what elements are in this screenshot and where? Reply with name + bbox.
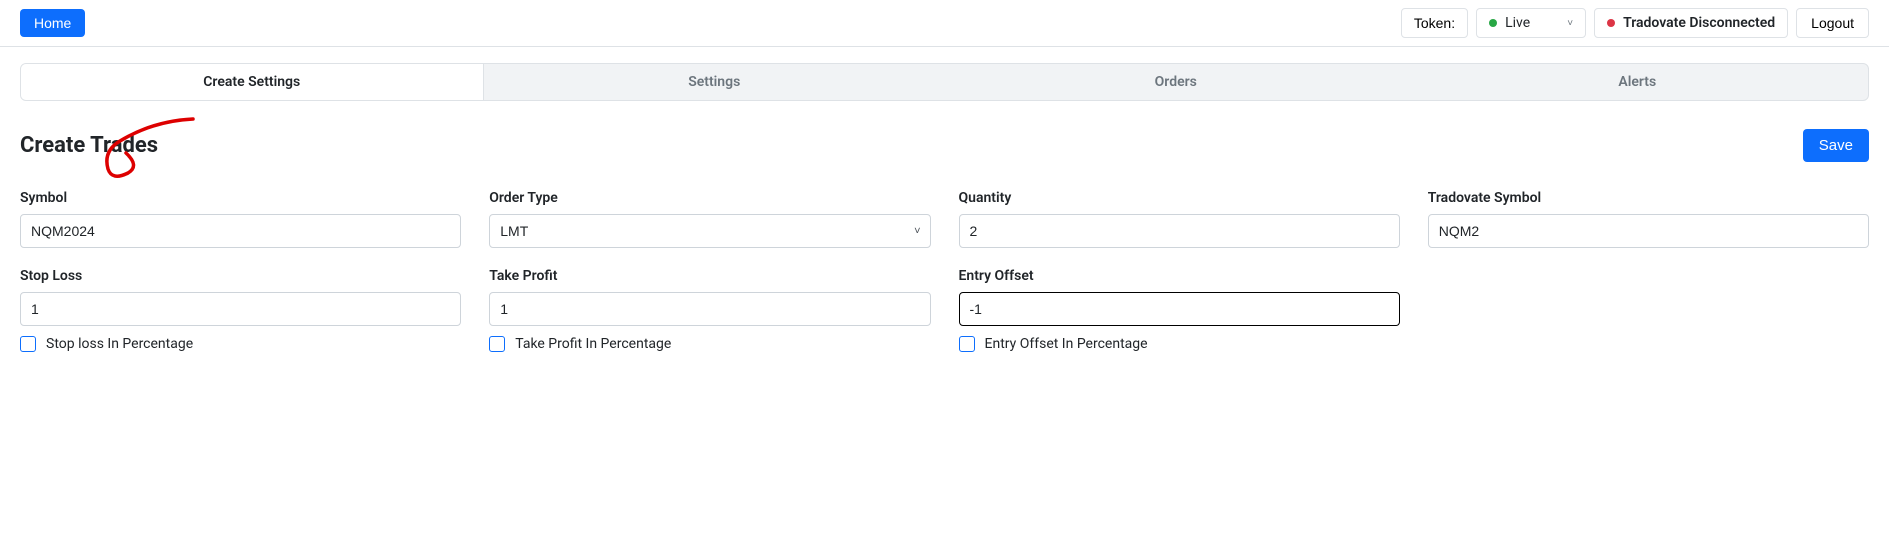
page-header: Create Trades Save [20, 129, 1869, 162]
chevron-down-icon: ˅ [1567, 18, 1573, 29]
field-tradovate-symbol: Tradovate Symbol [1428, 190, 1869, 248]
topbar-right: Token: Live ˅ Tradovate Disconnected Log… [1401, 8, 1869, 38]
order-type-select[interactable] [489, 214, 930, 248]
field-stop-loss: Stop Loss Stop loss In Percentage [20, 268, 461, 352]
tradovate-symbol-input[interactable] [1428, 214, 1869, 248]
take-profit-input[interactable] [489, 292, 930, 326]
field-take-profit: Take Profit Take Profit In Percentage [489, 268, 930, 352]
token-button[interactable]: Token: [1401, 8, 1468, 38]
symbol-input[interactable] [20, 214, 461, 248]
tab-settings[interactable]: Settings [484, 64, 946, 100]
order-type-label: Order Type [489, 190, 930, 206]
topbar: Home Token: Live ˅ Tradovate Disconnecte… [0, 0, 1889, 47]
home-button[interactable]: Home [20, 9, 85, 37]
take-profit-percentage-label: Take Profit In Percentage [515, 336, 671, 352]
logout-button[interactable]: Logout [1796, 8, 1869, 38]
connection-status: Tradovate Disconnected [1594, 8, 1788, 38]
tab-orders[interactable]: Orders [945, 64, 1407, 100]
take-profit-label: Take Profit [489, 268, 930, 284]
form-grid: Symbol Order Type ˅ Quantity Tradovate S… [20, 190, 1869, 352]
field-empty [1428, 268, 1869, 352]
stop-loss-input[interactable] [20, 292, 461, 326]
quantity-input[interactable] [959, 214, 1400, 248]
environment-label: Live [1505, 15, 1530, 31]
field-order-type: Order Type ˅ [489, 190, 930, 248]
quantity-label: Quantity [959, 190, 1400, 206]
status-dot-icon [1489, 19, 1497, 27]
entry-offset-label: Entry Offset [959, 268, 1400, 284]
stop-loss-percentage-checkbox[interactable] [20, 336, 36, 352]
stop-loss-percentage-label: Stop loss In Percentage [46, 336, 193, 352]
connection-status-label: Tradovate Disconnected [1623, 15, 1775, 31]
entry-offset-input[interactable] [959, 292, 1400, 326]
page-title: Create Trades [20, 133, 158, 158]
main-container: Create Settings Settings Orders Alerts C… [0, 47, 1889, 392]
take-profit-percentage-checkbox[interactable] [489, 336, 505, 352]
save-button[interactable]: Save [1803, 129, 1869, 162]
field-quantity: Quantity [959, 190, 1400, 248]
environment-select[interactable]: Live ˅ [1476, 8, 1586, 38]
status-dot-icon [1607, 19, 1615, 27]
tradovate-symbol-label: Tradovate Symbol [1428, 190, 1869, 206]
entry-offset-percentage-label: Entry Offset In Percentage [985, 336, 1148, 352]
field-symbol: Symbol [20, 190, 461, 248]
tab-alerts[interactable]: Alerts [1407, 64, 1869, 100]
field-entry-offset: Entry Offset Entry Offset In Percentage [959, 268, 1400, 352]
symbol-label: Symbol [20, 190, 461, 206]
entry-offset-percentage-checkbox[interactable] [959, 336, 975, 352]
tabs: Create Settings Settings Orders Alerts [20, 63, 1869, 101]
tab-create-settings[interactable]: Create Settings [21, 64, 484, 100]
stop-loss-label: Stop Loss [20, 268, 461, 284]
